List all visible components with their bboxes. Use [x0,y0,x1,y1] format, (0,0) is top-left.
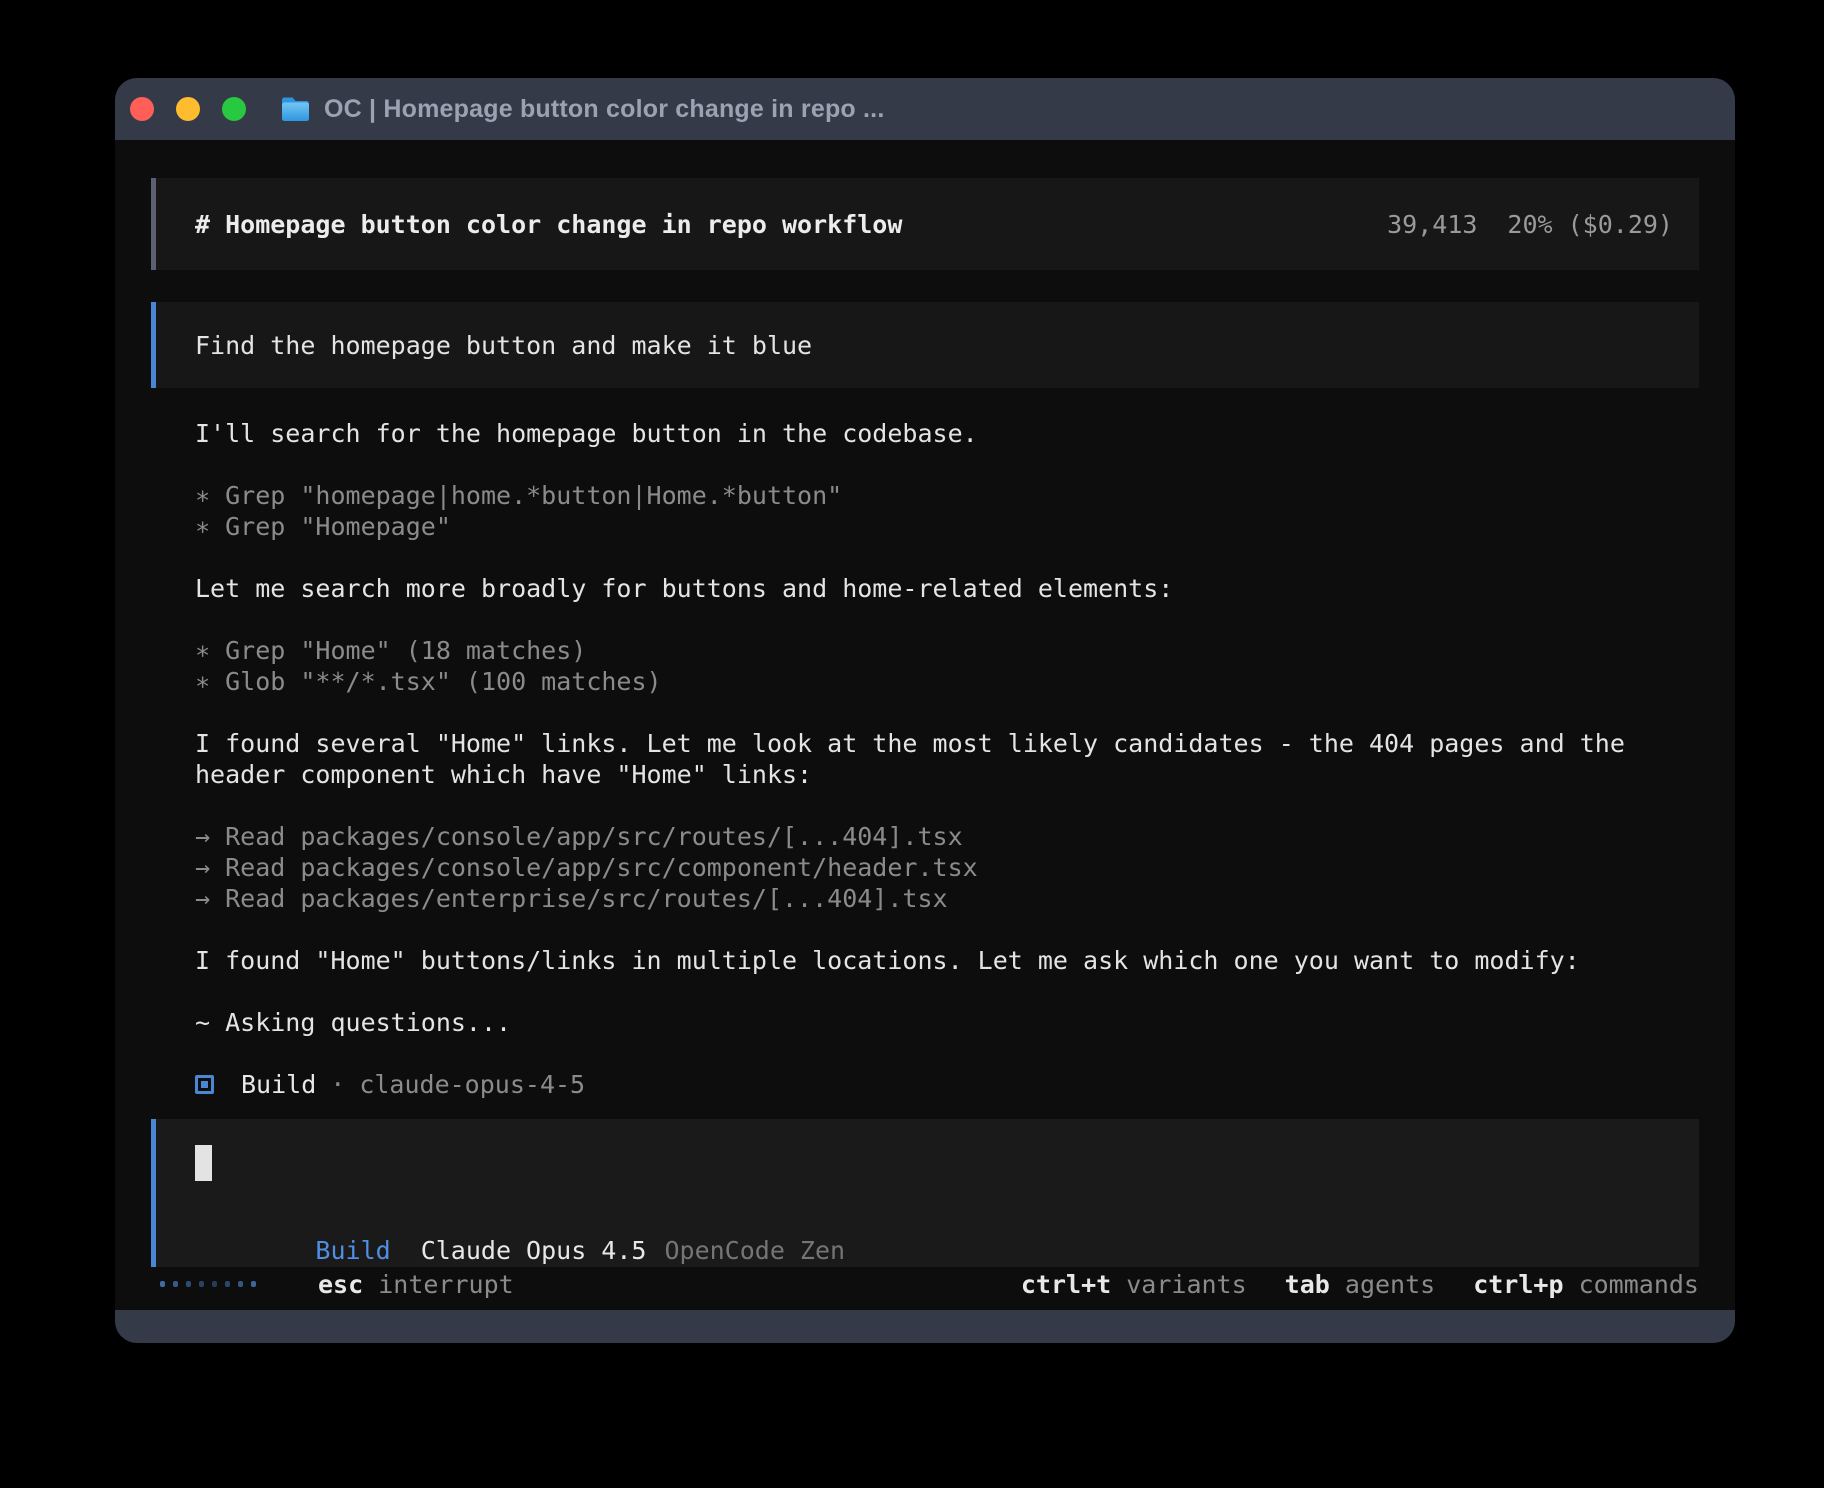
close-button[interactable] [130,97,154,121]
session-header: # Homepage button color change in repo w… [151,178,1699,270]
assistant-text-group: I found "Home" buttons/links in multiple… [195,945,1699,976]
tool-call-group: ∗ Grep "Home" (18 matches)∗ Glob "**/*.t… [195,635,1699,697]
dots-spinner-icon [160,1281,256,1287]
shortcut-label: variants [1126,1270,1246,1299]
prompt-input[interactable]: Build Claude Opus 4.5 OpenCode Zen [151,1119,1699,1267]
shortcut-agents: tab agents [1285,1270,1436,1299]
agent-mode-label: Build [241,1070,316,1099]
assistant-text-line: ~ Asking questions... [195,1007,1699,1038]
tool-call-line: ∗ Grep "Homepage" [195,511,1699,542]
zoom-button[interactable] [222,97,246,121]
window-title: OC | Homepage button color change in rep… [324,95,884,124]
session-meta: 39,413 20% ($0.29) [1387,210,1673,239]
traffic-lights [130,97,246,121]
spinner-dot [160,1281,165,1287]
user-message: Find the homepage button and make it blu… [151,302,1699,388]
shortcut-variants: ctrl+t variants [1021,1270,1247,1299]
assistant-text-line: I'll search for the homepage button in t… [195,418,1699,449]
assistant-text-group: Let me search more broadly for buttons a… [195,573,1699,604]
status-bar-left: esc interrupt [151,1270,514,1299]
window-titlebar[interactable]: OC | Homepage button color change in rep… [115,78,1735,140]
assistant-text-group: ~ Asking questions... [195,1007,1699,1038]
tool-call-line: ∗ Grep "Home" (18 matches) [195,635,1699,666]
spinner-dot [186,1281,191,1287]
input-mode-label[interactable]: Build [315,1236,390,1265]
context-usage: 20% ($0.29) [1507,210,1673,239]
assistant-text-line: I found several "Home" links. Let me loo… [195,728,1699,759]
input-provider-label: OpenCode Zen [664,1236,845,1265]
tool-call-group: ∗ Grep "homepage|home.*button|Home.*butt… [195,480,1699,542]
spinner-dot [225,1281,230,1287]
assistant-text-group: I'll search for the homepage button in t… [195,418,1699,449]
session-title: # Homepage button color change in repo w… [195,210,902,239]
shortcut-key: ctrl+p [1473,1270,1563,1299]
tool-call-line: ∗ Grep "homepage|home.*button|Home.*butt… [195,480,1699,511]
shortcut-key: tab [1285,1270,1330,1299]
status-bar-right: ctrl+t variants tab agents ctrl+p commands [1021,1270,1699,1299]
spinner-dot [212,1281,217,1287]
square-in-square-icon [195,1075,214,1094]
terminal-window: OC | Homepage button color change in rep… [115,78,1735,1343]
tool-call-line: → Read packages/console/app/src/routes/[… [195,821,1699,852]
shortcut-key: ctrl+t [1021,1270,1111,1299]
tool-call-line: ∗ Glob "**/*.tsx" (100 matches) [195,666,1699,697]
tool-call-line: → Read packages/enterprise/src/routes/[.… [195,883,1699,914]
shortcut-label: commands [1579,1270,1699,1299]
shortcut-interrupt: esc interrupt [318,1270,514,1299]
assistant-text-group: I found several "Home" links. Let me loo… [195,728,1699,790]
shortcut-label: agents [1345,1270,1435,1299]
shortcut-commands: ctrl+p commands [1473,1270,1699,1299]
dot-separator: · [330,1070,345,1099]
spinner-dot [238,1281,243,1287]
assistant-text-line: header component which have "Home" links… [195,759,1699,790]
user-message-text: Find the homepage button and make it blu… [195,331,812,360]
spinner-dot [199,1281,204,1287]
folder-icon [280,96,311,123]
agent-status-line: Build · claude-opus-4-5 [151,1069,1699,1100]
terminal-content: # Homepage button color change in repo w… [115,140,1735,1310]
text-cursor [195,1145,212,1181]
agent-model-label: claude-opus-4-5 [359,1070,585,1099]
token-count: 39,413 [1387,210,1477,239]
spinner-dot [251,1281,256,1287]
assistant-text-line: Let me search more broadly for buttons a… [195,573,1699,604]
window-bottom-edge [115,1310,1735,1343]
assistant-text-line: I found "Home" buttons/links in multiple… [195,945,1699,976]
conversation: I'll search for the homepage button in t… [151,418,1699,1069]
tool-call-group: → Read packages/console/app/src/routes/[… [195,821,1699,914]
status-bar: esc interrupt ctrl+t variantstab agentsc… [151,1267,1699,1301]
tool-call-line: → Read packages/console/app/src/componen… [195,852,1699,883]
minimize-button[interactable] [176,97,200,121]
spinner-dot [173,1281,178,1287]
input-model-label[interactable]: Claude Opus 4.5 [421,1236,647,1265]
